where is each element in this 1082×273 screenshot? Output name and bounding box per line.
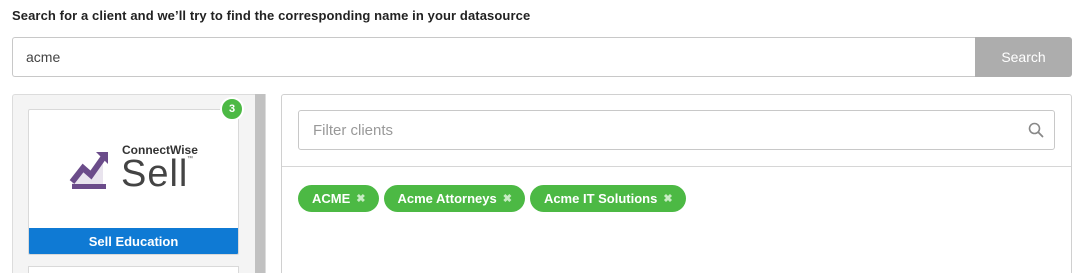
logo-trademark: ™ — [187, 156, 193, 162]
filter-box — [298, 110, 1055, 150]
client-tags: ACME ✖ Acme Attorneys ✖ Acme IT Solution… — [298, 185, 686, 212]
filter-clients-input[interactable] — [298, 110, 1055, 150]
integration-list-scrollbar[interactable] — [255, 94, 265, 273]
connectwise-sell-logo: ConnectWise Sell ™ — [29, 110, 238, 228]
client-tag: Acme Attorneys ✖ — [383, 185, 525, 212]
page-heading: Search for a client and we’ll try to fin… — [12, 8, 531, 23]
remove-icon[interactable]: ✖ — [663, 192, 672, 205]
client-tag-label: Acme Attorneys — [397, 191, 497, 206]
clients-panel: ACME ✖ Acme Attorneys ✖ Acme IT Solution… — [281, 94, 1072, 273]
panel-divider — [282, 166, 1071, 167]
client-tag: Acme IT Solutions ✖ — [529, 185, 686, 212]
integration-card-connectwise-sell[interactable]: ConnectWise Sell ™ Sell Education — [28, 109, 239, 255]
search-input[interactable] — [12, 37, 975, 77]
client-tag-label: ACME — [312, 191, 351, 206]
logo-product-text: Sell — [121, 153, 189, 195]
remove-icon[interactable]: ✖ — [503, 192, 512, 205]
match-count-badge: 3 — [220, 97, 244, 121]
remove-icon[interactable]: ✖ — [356, 192, 365, 205]
search-button[interactable]: Search — [975, 37, 1072, 77]
client-tag-label: Acme IT Solutions — [543, 191, 658, 206]
chart-trend-icon — [69, 152, 108, 189]
client-tag: ACME ✖ — [298, 185, 379, 212]
search-icon[interactable] — [1028, 122, 1044, 138]
integration-card-next[interactable] — [28, 266, 239, 273]
integration-card-label: Sell Education — [29, 228, 238, 254]
search-bar: Search — [12, 37, 1072, 77]
